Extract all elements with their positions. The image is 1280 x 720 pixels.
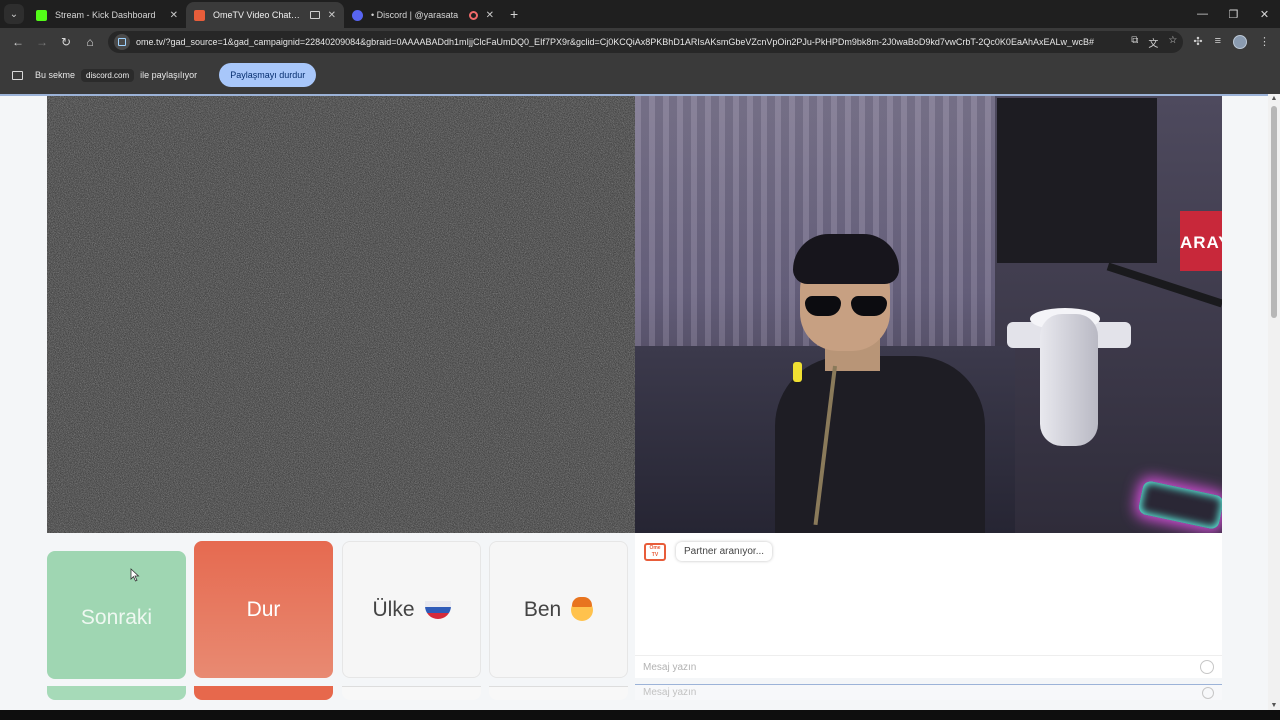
message-placeholder: Mesaj yazın <box>643 687 697 698</box>
scroll-up-icon[interactable]: ▲ <box>1270 95 1278 102</box>
duplicate-stop-button <box>194 686 333 700</box>
tab-title: • Discord | @yarasata <box>371 10 459 20</box>
next-button[interactable]: Sonraki <box>47 551 186 679</box>
home-button[interactable]: ⌂ <box>78 30 102 54</box>
me-label: Ben <box>523 597 562 621</box>
stop-button[interactable]: Dur <box>194 541 333 678</box>
duplicate-gender-button <box>489 686 628 700</box>
site-info-icon[interactable] <box>114 34 130 50</box>
screen-share-icon <box>12 70 23 80</box>
tab-kick-dashboard[interactable]: Stream - Kick Dashboard ✕ <box>28 2 186 28</box>
bottom-edge <box>0 710 1280 720</box>
close-icon[interactable]: ✕ <box>170 10 178 21</box>
tab-title: OmeTV Video Chat — Ome <box>213 10 302 20</box>
emoji-picker-icon[interactable] <box>1200 660 1214 674</box>
back-button[interactable]: ← <box>6 30 30 54</box>
url-text[interactable]: ome.tv/?gad_source=1&gad_campaignid=2284… <box>136 37 1123 47</box>
chat-status-message: Partner aranıyor... <box>676 542 773 561</box>
bookmark-star-icon[interactable]: ☆ <box>1168 35 1177 50</box>
partner-video <box>47 96 635 533</box>
ometv-logo: Ome TV <box>644 543 666 561</box>
toolbar-actions: ✣ ≡ ⋮ <box>1189 35 1274 49</box>
tab-search-button[interactable]: ⌄ <box>4 4 24 24</box>
discord-favicon-icon <box>352 9 363 21</box>
reload-button[interactable]: ↻ <box>54 30 78 54</box>
duplicate-country-button <box>342 686 481 700</box>
browser-toolbar: ← → ↻ ⌂ ome.tv/?gad_source=1&gad_campaig… <box>0 28 1280 56</box>
minimize-button[interactable]: — <box>1187 0 1218 28</box>
sharing-suffix: ile paylaşılıyor <box>140 70 198 80</box>
address-bar[interactable]: ome.tv/?gad_source=1&gad_campaignid=2284… <box>108 31 1184 53</box>
menu-kebab-icon[interactable]: ⋮ <box>1259 35 1270 49</box>
next-label: Sonraki <box>80 606 153 629</box>
russia-flag-icon <box>424 600 451 619</box>
flag-text: ARAY <box>1180 233 1222 252</box>
country-button[interactable]: Ülke <box>342 541 481 678</box>
extensions-icon[interactable]: ✣ <box>1193 35 1202 49</box>
chat-panel: Ome TV Partner aranıyor... Mesaj yazın <box>635 533 1222 678</box>
translate-icon[interactable]: 文 <box>1148 35 1158 50</box>
screen-share-icon <box>309 11 320 19</box>
forward-button[interactable]: → <box>30 30 54 54</box>
stop-label: Dur <box>246 597 281 621</box>
scroll-down-icon[interactable]: ▼ <box>1270 702 1278 709</box>
hookah-mouthpiece <box>793 362 802 382</box>
sharing-prefix: Bu sekme <box>35 70 76 80</box>
country-label: Ülke <box>372 597 415 621</box>
close-window-button[interactable]: ✕ <box>1249 0 1280 28</box>
message-placeholder: Mesaj yazın <box>643 661 697 673</box>
wall-flag: ARAY <box>1180 211 1222 271</box>
scrollbar-thumb[interactable] <box>1271 106 1277 318</box>
new-tab-button[interactable]: + <box>510 6 518 22</box>
install-app-icon[interactable]: ⧉ <box>1131 35 1138 50</box>
self-video: ARAY <box>635 96 1222 533</box>
tab-title: Stream - Kick Dashboard <box>55 10 156 20</box>
sharing-target: discord.com <box>81 68 135 82</box>
emoji-picker-icon <box>1202 686 1214 699</box>
close-icon[interactable]: ✕ <box>486 10 494 21</box>
close-icon[interactable]: ✕ <box>328 10 336 21</box>
person-body <box>775 356 985 533</box>
tab-discord[interactable]: • Discord | @yarasata ✕ <box>344 2 502 28</box>
kick-favicon-icon <box>36 9 47 21</box>
profile-avatar[interactable] <box>1233 35 1247 49</box>
stop-sharing-button[interactable]: Paylaşmayı durdur <box>219 63 317 87</box>
ometv-favicon-icon <box>194 9 205 21</box>
tab-sharing-bar: Bu sekme discord.com ile paylaşılıyor Pa… <box>0 56 1280 94</box>
tab-strip: ⌄ Stream - Kick Dashboard ✕ OmeTV Video … <box>0 0 1280 28</box>
restore-button[interactable]: ❐ <box>1218 0 1249 28</box>
person-hair <box>793 234 899 284</box>
duplicate-next-button <box>47 686 186 700</box>
me-label-wrap: Ben <box>523 596 594 622</box>
message-input[interactable]: Mesaj yazın <box>635 655 1222 678</box>
boy-emoji-icon <box>571 596 594 621</box>
sunglasses <box>805 296 887 318</box>
page-scrollbar[interactable]: ▲ ▼ <box>1268 94 1280 710</box>
tab-ometv[interactable]: OmeTV Video Chat — Ome ✕ <box>186 2 344 28</box>
window-controls: — ❐ ✕ <box>1187 0 1280 28</box>
gender-button[interactable]: Ben <box>489 541 628 678</box>
microphone <box>1040 314 1098 446</box>
media-controls-icon[interactable]: ≡ <box>1215 35 1221 49</box>
country-label-wrap: Ülke <box>372 597 451 622</box>
page-viewport: ARAY Sonraki Dur Ülke Ben <box>0 94 1268 710</box>
recording-icon <box>468 10 478 20</box>
wall-poster <box>997 98 1157 263</box>
omnibox-actions: ⧉ 文 ☆ <box>1131 35 1177 50</box>
duplicate-message-input: Mesaj yazın <box>635 684 1222 700</box>
cursor-arrow-icon <box>130 568 140 582</box>
static-noise <box>47 96 635 533</box>
